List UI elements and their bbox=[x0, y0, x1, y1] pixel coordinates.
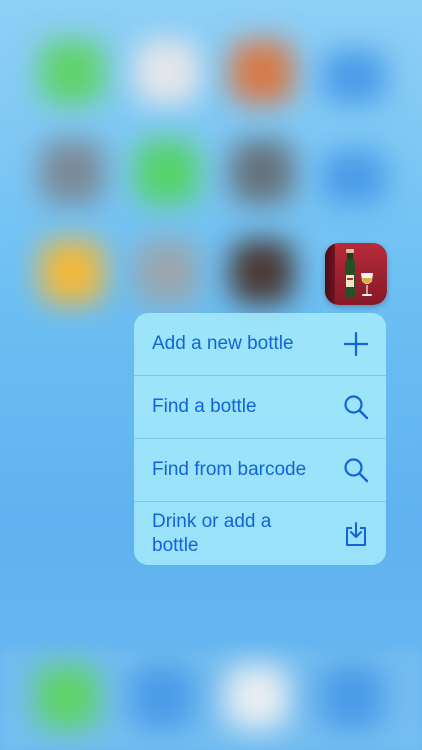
blurred-app-icon bbox=[135, 240, 199, 304]
quick-action-add-new-bottle[interactable]: Add a new bottle bbox=[134, 313, 386, 376]
quick-action-label: Add a new bottle bbox=[152, 333, 294, 354]
blurred-app-icon bbox=[40, 140, 104, 204]
blurred-dock-icon bbox=[320, 665, 384, 729]
blurred-app-icon bbox=[40, 240, 104, 304]
blurred-app-icon bbox=[40, 40, 104, 104]
blurred-app-icon bbox=[230, 240, 294, 304]
tray-download-icon bbox=[342, 520, 370, 548]
blurred-app-icon bbox=[230, 140, 294, 204]
search-icon bbox=[342, 456, 370, 484]
blurred-app-icon bbox=[322, 150, 386, 204]
quick-action-drink-or-add-bottle[interactable]: Drink or add a bottle bbox=[134, 502, 386, 565]
quick-action-find-bottle[interactable]: Find a bottle bbox=[134, 376, 386, 439]
quick-action-find-from-barcode[interactable]: Find from barcode bbox=[134, 439, 386, 502]
blurred-dock-icon bbox=[130, 665, 194, 729]
quick-action-label: Drink or add a bottle bbox=[152, 510, 272, 556]
bottle-and-glass-icon bbox=[345, 249, 373, 297]
quick-action-label: Find a bottle bbox=[152, 396, 257, 417]
book-spine bbox=[325, 243, 335, 305]
quick-actions-menu: Add a new bottle Find a bottle Find from… bbox=[134, 313, 386, 565]
blurred-app-icon bbox=[135, 140, 199, 204]
blurred-app-icon bbox=[135, 40, 199, 104]
plus-icon bbox=[342, 330, 370, 358]
quick-action-label: Find from barcode bbox=[152, 459, 307, 480]
blurred-dock-icon bbox=[35, 665, 99, 729]
blurred-dock-icon bbox=[225, 665, 289, 729]
wine-bottle-book-icon[interactable] bbox=[325, 243, 387, 305]
search-icon bbox=[342, 393, 370, 421]
blurred-app-icon bbox=[322, 50, 386, 104]
blurred-app-icon bbox=[230, 40, 294, 104]
